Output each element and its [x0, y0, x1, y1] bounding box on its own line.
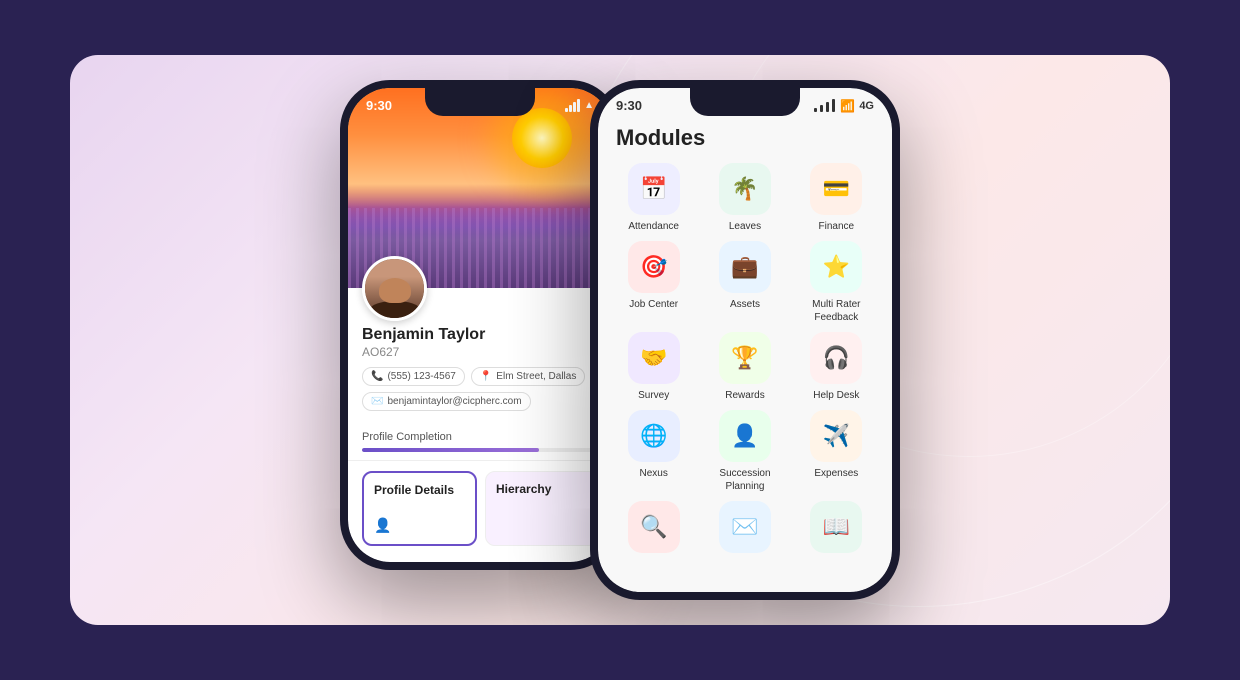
- module-icon-succession: 👤: [719, 410, 771, 462]
- time-right: 9:30: [616, 98, 642, 113]
- completion-bar: [362, 448, 598, 452]
- module-item-job-center[interactable]: 🎯 Job Center: [612, 241, 695, 324]
- profile-name: Benjamin Taylor: [362, 326, 598, 344]
- module-label-nexus: Nexus: [639, 467, 667, 480]
- module-item-more2[interactable]: ✉️: [703, 501, 786, 553]
- location-text: Elm Street, Dallas: [496, 371, 576, 382]
- module-label-leaves: Leaves: [729, 220, 761, 233]
- module-icon-rewards: 🏆: [719, 332, 771, 384]
- phone-left: 9:30 ▲: [340, 80, 620, 570]
- tab-profile-label: Profile Details: [374, 483, 454, 497]
- phone-notch-left: [425, 88, 535, 116]
- status-icons-left: ▲: [565, 99, 594, 112]
- tab-hierarchy[interactable]: Hierarchy: [485, 471, 598, 546]
- module-item-expenses[interactable]: ✈️ Expenses: [795, 410, 878, 493]
- module-item-survey[interactable]: 🤝 Survey: [612, 332, 695, 402]
- wifi-icon-left: ▲: [584, 100, 594, 111]
- module-icon-nexus: 🌐: [628, 410, 680, 462]
- module-label-job-center: Job Center: [629, 298, 678, 311]
- phone-badge: 📞 (555) 123-4567: [362, 367, 465, 386]
- email-badge: ✉️ benjamintaylor@cicpherc.com: [362, 392, 531, 411]
- profile-info-row: 📞 (555) 123-4567 📍 Elm Street, Dallas: [362, 367, 598, 386]
- module-icon-finance: 💳: [810, 163, 862, 215]
- background-card: 9:30 ▲: [70, 55, 1170, 625]
- profile-avatar-section: Benjamin Taylor AO627 📞 (555) 123-4567 📍…: [348, 288, 612, 423]
- completion-label: Profile Completion: [362, 431, 598, 443]
- module-item-more3[interactable]: 📖: [795, 501, 878, 553]
- module-item-assets[interactable]: 💼 Assets: [703, 241, 786, 324]
- avatar-body: [370, 301, 420, 318]
- profile-tabs[interactable]: Profile Details 👤 Hierarchy: [348, 461, 612, 556]
- avatar-face: [365, 259, 424, 318]
- module-label-assets: Assets: [730, 298, 760, 311]
- signal-icon-left: [565, 99, 580, 112]
- module-icon-multi-rater: ⭐: [810, 241, 862, 293]
- module-item-finance[interactable]: 💳 Finance: [795, 163, 878, 233]
- module-label-expenses: Expenses: [814, 467, 858, 480]
- network-type: 4G: [859, 100, 874, 112]
- module-item-leaves[interactable]: 🌴 Leaves: [703, 163, 786, 233]
- phone-number: (555) 123-4567: [387, 371, 455, 382]
- profile-tab-icon: 👤: [374, 517, 391, 534]
- modules-header: Modules: [598, 117, 892, 163]
- profile-completion-section: Profile Completion: [348, 423, 612, 461]
- module-icon-expenses: ✈️: [810, 410, 862, 462]
- status-icons-right: 📶 4G: [813, 99, 874, 113]
- module-item-succession[interactable]: 👤 Succession Planning: [703, 410, 786, 493]
- phone-icon: 📞: [371, 371, 383, 382]
- tab-hierarchy-label: Hierarchy: [496, 482, 551, 496]
- email-row: ✉️ benjamintaylor@cicpherc.com: [362, 391, 598, 411]
- module-icon-more2: ✉️: [719, 501, 771, 553]
- module-icon-help-desk: 🎧: [810, 332, 862, 384]
- module-label-finance: Finance: [819, 220, 855, 233]
- profile-employee-id: AO627: [362, 345, 598, 359]
- module-label-help-desk: Help Desk: [813, 389, 859, 402]
- modules-screen: 9:30 📶 4G Modules: [598, 88, 892, 592]
- module-icon-job-center: 🎯: [628, 241, 680, 293]
- module-item-nexus[interactable]: 🌐 Nexus: [612, 410, 695, 493]
- module-item-attendance[interactable]: 📅 Attendance: [612, 163, 695, 233]
- tab-profile-details[interactable]: Profile Details 👤: [362, 471, 477, 546]
- module-item-multi-rater[interactable]: ⭐ Multi Rater Feedback: [795, 241, 878, 324]
- module-label-attendance: Attendance: [628, 220, 679, 233]
- signal-icon-right: [813, 99, 836, 112]
- module-label-multi-rater: Multi Rater Feedback: [795, 298, 878, 324]
- modules-title: Modules: [616, 125, 874, 151]
- sun-glow: [512, 108, 572, 168]
- avatar-head: [379, 278, 411, 303]
- wifi-icon-right: 📶: [840, 99, 855, 113]
- modules-grid: 📅 Attendance 🌴 Leaves 💳 Finance 🎯 Job Center 💼 As…: [598, 163, 892, 553]
- profile-screen: 9:30 ▲: [348, 88, 612, 562]
- module-item-rewards[interactable]: 🏆 Rewards: [703, 332, 786, 402]
- module-item-help-desk[interactable]: 🎧 Help Desk: [795, 332, 878, 402]
- module-item-more1[interactable]: 🔍: [612, 501, 695, 553]
- time-left: 9:30: [366, 98, 392, 113]
- module-icon-survey: 🤝: [628, 332, 680, 384]
- avatar: [362, 256, 427, 321]
- location-badge: 📍 Elm Street, Dallas: [471, 367, 585, 386]
- location-icon: 📍: [480, 371, 492, 382]
- phones-container: 9:30 ▲: [340, 80, 900, 600]
- module-label-succession: Succession Planning: [703, 467, 786, 493]
- completion-fill: [362, 448, 539, 452]
- phone-notch-right: [690, 88, 800, 116]
- module-icon-more1: 🔍: [628, 501, 680, 553]
- email-text: benjamintaylor@cicpherc.com: [387, 396, 521, 407]
- module-icon-attendance: 📅: [628, 163, 680, 215]
- module-label-survey: Survey: [638, 389, 669, 402]
- module-icon-more3: 📖: [810, 501, 862, 553]
- email-icon: ✉️: [371, 396, 383, 407]
- module-icon-leaves: 🌴: [719, 163, 771, 215]
- module-icon-assets: 💼: [719, 241, 771, 293]
- phone-right: 9:30 📶 4G Modules: [590, 80, 900, 600]
- module-label-rewards: Rewards: [725, 389, 764, 402]
